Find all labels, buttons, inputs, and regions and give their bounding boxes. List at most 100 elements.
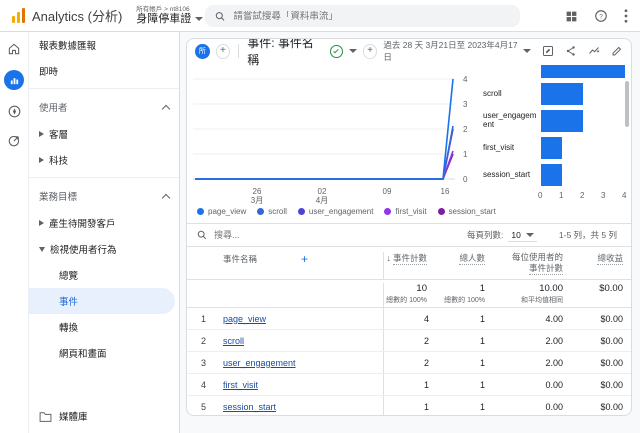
table-toolbar: 每頁列數: 10 1-5 列，共 5 列 [187, 224, 631, 246]
apps-grid-icon[interactable] [565, 10, 578, 23]
bar-session_start [541, 164, 562, 186]
bar-scroll [541, 83, 583, 105]
bar-label: session_start [483, 171, 541, 180]
analytics-logo-icon [12, 8, 25, 23]
line-chart-x-axis: 263月024月0916 [193, 187, 483, 209]
rows-per-page-select[interactable]: 10 [508, 229, 536, 242]
account-breadcrumb: 所有帳戶 > nt8106 [136, 6, 203, 13]
reports-icon[interactable] [4, 70, 24, 90]
legend-item-first_visit: first_visit [384, 207, 426, 216]
expand-triangle-icon [39, 220, 44, 226]
bar-label: user_engagement [483, 112, 541, 130]
top-app-bar: Analytics (分析) 所有帳戶 > nt8106 身障停車證 ? [0, 0, 640, 32]
column-header-total-revenue[interactable]: 總收益 [563, 252, 623, 264]
add-column-button[interactable]: + [301, 252, 308, 266]
column-header-count-per-user[interactable]: 每位使用者的 事件計數 [485, 252, 563, 273]
legend-dot-icon [384, 208, 391, 215]
sidebar-item-conversions[interactable]: 轉換 [29, 314, 179, 340]
table-search-input[interactable] [214, 230, 334, 240]
vertical-scrollbar[interactable] [625, 81, 629, 127]
sort-desc-icon: ↓ [386, 253, 391, 263]
global-search[interactable] [205, 5, 520, 27]
sidebar-item-snapshot[interactable]: 報表數據匯報 [29, 32, 179, 58]
search-input[interactable] [233, 11, 510, 22]
line-chart: 01234 [193, 69, 483, 191]
totals-users: 1 總數的 100% [429, 283, 485, 305]
help-icon[interactable]: ? [594, 9, 608, 23]
report-header: 所 + 事件: 事件名稱 + 過去 28 天 3月21日至 2023年4月17日 [187, 39, 631, 63]
sidebar-item-library[interactable]: 媒體庫 [39, 409, 88, 423]
event-link[interactable]: first_visit [223, 380, 258, 390]
sidebar-item-events[interactable]: 事件 [29, 288, 175, 314]
bar-chart: page_viewscrolluser_engagementfirst_visi… [483, 65, 631, 221]
bar-label: scroll [483, 90, 541, 99]
legend-item-page_view: page_view [197, 207, 246, 216]
x-tick: 0 [538, 191, 542, 200]
sidebar-item-pages-screens[interactable]: 網頁和畫面 [29, 340, 179, 366]
table-header-row: 事件名稱 + ↓事件計數 總人數 每位使用者的 事件計數 總收益 [187, 246, 631, 280]
column-header-event-name[interactable]: 事件名稱 + [223, 252, 383, 266]
bar-label: first_visit [483, 144, 541, 153]
column-header-event-count[interactable]: ↓事件計數 [383, 252, 429, 279]
legend-item-scroll: scroll [257, 207, 287, 216]
sidebar-item-user-behavior[interactable]: 檢視使用者行為 [29, 236, 179, 262]
app-title: Analytics (分析) [32, 6, 122, 25]
x-tick: 3 [601, 191, 605, 200]
folder-icon [39, 411, 52, 422]
line-series-session_start [195, 154, 453, 179]
date-range-selector[interactable]: 過去 28 天 3月21日至 2023年4月17日 [383, 39, 531, 63]
chevron-down-icon [523, 49, 531, 53]
home-icon[interactable] [7, 42, 21, 56]
event-link[interactable]: user_engagement [223, 358, 296, 368]
x-tick: 263月 [243, 187, 271, 205]
svg-text:1: 1 [463, 150, 468, 159]
totals-per-user: 10.00 和平均值相同 [485, 283, 563, 305]
column-header-total-users[interactable]: 總人數 [429, 252, 485, 264]
legend-dot-icon [257, 208, 264, 215]
sidebar-item-tech[interactable]: 科技 [29, 147, 179, 173]
event-link[interactable]: page_view [223, 314, 266, 324]
bar-user_engagement [541, 110, 583, 132]
sidebar-section-objectives[interactable]: 業務目標 [29, 182, 179, 210]
event-link[interactable]: scroll [223, 336, 244, 346]
chevron-down-icon [526, 233, 534, 237]
sidebar-item-generate-leads[interactable]: 產生待開發客戶 [29, 210, 179, 236]
svg-text:0: 0 [463, 175, 468, 184]
event-link[interactable]: session_start [223, 402, 276, 412]
x-tick: 09 [373, 187, 401, 196]
totals-revenue: $0.00 [563, 283, 623, 294]
edit-comparison-icon[interactable] [542, 45, 554, 57]
sidebar-item-realtime[interactable]: 即時 [29, 58, 179, 84]
share-icon[interactable] [565, 45, 577, 57]
table-search[interactable] [197, 230, 459, 240]
add-comparison-button[interactable]: + [216, 44, 231, 59]
legend-item-user_engagement: user_engagement [298, 207, 374, 216]
sidebar-section-user[interactable]: 使用者 [29, 93, 179, 121]
x-tick: 2 [580, 191, 584, 200]
search-icon [215, 11, 225, 22]
legend-dot-icon [438, 208, 445, 215]
table-totals-row: 10 總數的 100% 1 總數的 100% 10.00 和平均值相同 $0.0… [187, 280, 631, 308]
table-row: 1 page_view 4 1 4.00 $0.00 [187, 308, 631, 330]
expand-triangle-icon [39, 131, 44, 137]
x-tick: 4 [622, 191, 626, 200]
table-row: 2 scroll 2 1 2.00 $0.00 [187, 330, 631, 352]
legend-dot-icon [298, 208, 305, 215]
add-dimension-button[interactable]: + [363, 44, 378, 59]
svg-text:?: ? [599, 13, 603, 20]
sidebar-item-overview[interactable]: 總覽 [29, 262, 179, 288]
more-vert-icon[interactable] [624, 9, 628, 23]
advertising-icon[interactable] [7, 133, 22, 148]
insights-icon[interactable] [588, 45, 600, 57]
sidebar-item-demographics[interactable]: 客層 [29, 121, 179, 147]
pagination-status: 1-5 列，共 5 列 [559, 229, 617, 241]
bar-row: scroll [483, 83, 631, 105]
account-property-switcher[interactable]: 所有帳戶 > nt8106 身障停車證 [136, 6, 203, 25]
main-content: 所 + 事件: 事件名稱 + 過去 28 天 3月21日至 2023年4月17日 [180, 32, 640, 433]
chevron-down-icon[interactable] [349, 49, 357, 53]
edit-report-icon[interactable] [611, 45, 623, 57]
dimension-check-icon[interactable] [330, 45, 343, 58]
bar-row: first_visit [483, 137, 631, 159]
comparison-chip-all-users[interactable]: 所 [195, 44, 210, 59]
explore-icon[interactable] [7, 104, 22, 119]
